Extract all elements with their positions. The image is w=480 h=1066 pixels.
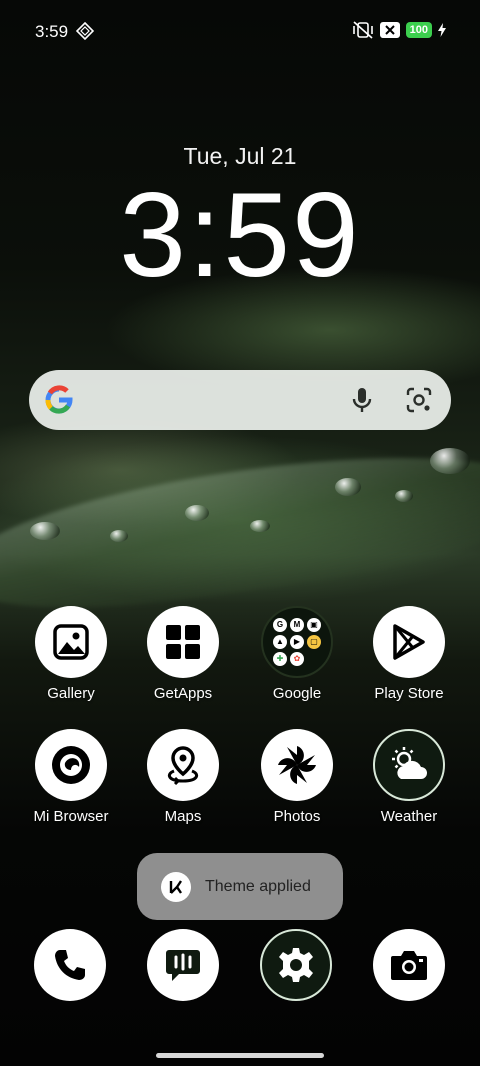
water-drop [110, 530, 128, 542]
app-label: Google [272, 685, 322, 702]
folder-mini-icon: ✚ [273, 652, 287, 666]
folder-mini-icon: G [273, 618, 287, 632]
battery-level: 100 [405, 22, 432, 38]
app-label: Mi Browser [33, 808, 109, 825]
folder-mini-icon: ▢ [307, 635, 321, 649]
app-photos[interactable]: Photos [247, 729, 347, 825]
dock-messaging[interactable] [147, 929, 219, 1001]
diamond-icon [76, 22, 94, 40]
water-drop [30, 522, 60, 540]
google-logo [45, 385, 73, 414]
app-label: Photos [273, 808, 321, 825]
app-maps[interactable]: Maps [133, 729, 233, 825]
lockscreen-clock: 3:59 [119, 168, 361, 302]
app-google-folder[interactable]: G M ▣ ▲ ▶ ▢ ✚ ✿ Google [247, 606, 347, 702]
app-mi-browser[interactable]: Mi Browser [21, 729, 121, 825]
leaf-shape [0, 430, 480, 630]
water-drop [250, 520, 270, 532]
lockscreen-date: Tue, Jul 21 [183, 143, 297, 169]
app-play-store[interactable]: Play Store [359, 606, 459, 702]
google-folder: G M ▣ ▲ ▶ ▢ ✚ ✿ [261, 606, 333, 678]
water-drop [335, 478, 361, 496]
app-getapps[interactable]: GetApps [133, 606, 233, 702]
settings-icon [279, 948, 313, 982]
water-drop [395, 490, 413, 502]
google-search-bar[interactable] [29, 370, 451, 430]
weather-icon [392, 747, 427, 779]
mute-vibrate-icon [352, 21, 373, 39]
phone-icon [55, 950, 85, 980]
app-label: Maps [164, 808, 202, 825]
app-label: Play Store [374, 685, 444, 702]
lens-icon[interactable] [404, 385, 434, 415]
photos-icon [278, 746, 316, 784]
home-indicator[interactable] [156, 1053, 324, 1058]
camera-icon [391, 951, 427, 980]
toast-notification: Theme applied [137, 853, 343, 920]
app-weather[interactable]: Weather [359, 729, 459, 825]
folder-mini-icon: ▲ [273, 635, 287, 649]
toast-text: Theme applied [205, 877, 311, 895]
messaging-icon [166, 950, 200, 981]
themes-app-icon [161, 871, 191, 902]
getapps-icon [166, 625, 200, 659]
water-drop [430, 448, 470, 474]
folder-mini-icon: M [290, 618, 304, 632]
status-bar: 3:59 100 [0, 0, 480, 62]
app-label: Weather [380, 808, 438, 825]
charging-bolt-icon [438, 23, 446, 37]
mic-icon[interactable] [347, 385, 377, 415]
folder-mini-icon: ▣ [307, 618, 321, 632]
app-gallery[interactable]: Gallery [21, 606, 121, 702]
dock-settings[interactable] [260, 929, 332, 1001]
folder-mini-icon: ✿ [290, 652, 304, 666]
maps-icon [167, 746, 199, 786]
gallery-icon [53, 624, 89, 660]
app-label: Gallery [47, 685, 95, 702]
dock-camera[interactable] [373, 929, 445, 1001]
status-time: 3:59 [35, 22, 69, 41]
app-label: GetApps [153, 685, 213, 702]
close-badge-icon [379, 22, 400, 38]
dock-phone[interactable] [34, 929, 106, 1001]
folder-mini-icon: ▶ [290, 635, 304, 649]
play-store-icon [393, 624, 425, 660]
mi-browser-icon [52, 746, 90, 784]
water-drop [185, 505, 209, 521]
